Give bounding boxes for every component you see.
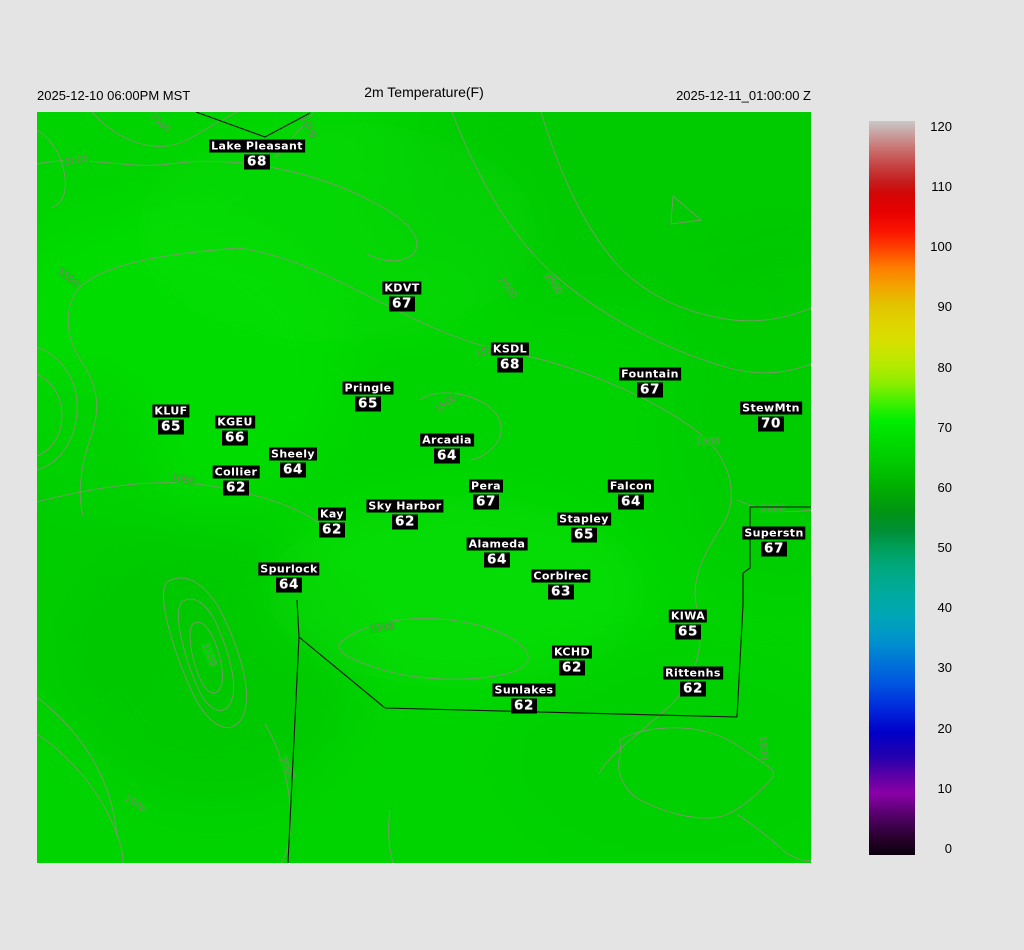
colorbar-tick-label: 120 [930, 118, 952, 134]
temperature-shading-blob [137, 122, 537, 342]
station-name-label: KSDL [490, 342, 530, 356]
elevation-contour-line [419, 392, 502, 461]
station-name-label: Kay [318, 507, 346, 521]
station-temperature-value: 65 [571, 527, 597, 543]
station-name-label: KIWA [668, 609, 708, 623]
station-temperature-value: 66 [222, 430, 248, 446]
contour-label: 2000 [761, 504, 785, 515]
elevation-contour-line [388, 809, 394, 863]
colorbar-tick-label: 110 [931, 179, 952, 195]
station-temperature-value: 64 [434, 448, 460, 464]
station-name-label: Superstn [742, 526, 806, 540]
station-temperature-value: 64 [618, 494, 644, 510]
station-name-label: Collier [212, 465, 260, 479]
station-temperature-value: 62 [392, 514, 418, 530]
station-temperature-value: 67 [473, 494, 499, 510]
colorbar-tick-label: 100 [930, 239, 952, 255]
station-temperature-value: 62 [223, 480, 249, 496]
colorbar-tick-label: 30 [937, 660, 952, 676]
contour-label: 2500 [147, 112, 173, 135]
station-temperature-value: 68 [244, 154, 270, 170]
elevation-contour-line [37, 129, 66, 209]
station-temperature-value: 63 [548, 584, 574, 600]
station-temperature-value: 62 [319, 522, 345, 538]
station-name-label: Stapley [557, 512, 611, 526]
station-temperature-value: 65 [355, 396, 381, 412]
station-name-label: Corblrec [531, 569, 591, 583]
colorbar-tick-label: 60 [937, 479, 952, 495]
station-name-label: Sky Harbor [366, 499, 444, 513]
station-name-label: KGEU [215, 415, 255, 429]
contour-label: 1500 [696, 437, 720, 448]
station-temperature-value: 68 [497, 357, 523, 373]
temperature-map: 2500 2000 2000 2000 2500 1500 1500 1500 2000 1500… [37, 112, 811, 863]
weather-graphic: 2025-12-10 06:00PM MST 2m Temperature(F)… [0, 0, 1024, 950]
contour-label: 1500 [756, 735, 769, 760]
colorbar-tick-label: 0 [944, 841, 952, 856]
station-name-label: Pringle [342, 381, 394, 395]
station-temperature-value: 64 [280, 462, 306, 478]
colorbar-tick-label: 90 [937, 299, 952, 315]
station-name-label: KCHD [551, 645, 593, 659]
station-temperature-value: 67 [761, 541, 787, 557]
colorbar-tick-label: 80 [937, 359, 952, 375]
station-name-label: Falcon [607, 479, 655, 493]
station-temperature-value: 67 [637, 382, 663, 398]
colorbar-tick-label: 50 [937, 540, 952, 556]
colorbar [869, 121, 915, 855]
contour-label: 1500 [433, 393, 459, 416]
station-name-label: Arcadia [420, 433, 474, 447]
contour-label: 1500 [122, 793, 148, 816]
station-name-label: Sunlakes [492, 683, 556, 697]
station-temperature-value: 67 [389, 296, 415, 312]
station-temperature-value: 70 [758, 416, 784, 432]
station-name-label: Lake Pleasant [209, 139, 305, 153]
colorbar-tick-label: 20 [937, 720, 952, 736]
station-temperature-value: 62 [511, 698, 537, 714]
valid-time-utc: 2025-12-11_01:00:00 Z [676, 88, 811, 103]
station-name-label: Rittenhs [663, 666, 723, 680]
station-name-label: StewMtn [740, 401, 802, 415]
station-name-label: KLUF [152, 404, 190, 418]
station-name-label: Pera [469, 479, 503, 493]
station-name-label: KDVT [382, 281, 422, 295]
colorbar-tick-label: 40 [937, 600, 952, 616]
contour-label: 2000 [64, 154, 89, 168]
colorbar-tick-label: 10 [937, 780, 952, 796]
station-name-label: Fountain [619, 367, 681, 381]
station-temperature-value: 62 [559, 660, 585, 676]
colorbar-tick-label: 70 [937, 419, 952, 435]
station-temperature-value: 64 [276, 577, 302, 593]
station-temperature-value: 64 [484, 552, 510, 568]
station-temperature-value: 65 [675, 624, 701, 640]
station-name-label: Sheely [268, 447, 318, 461]
map-field-layer: 2500200020002000 250015001500150020001500… [37, 112, 811, 863]
station-temperature-value: 62 [680, 681, 706, 697]
station-temperature-value: 65 [158, 419, 184, 435]
station-name-label: Alameda [466, 537, 528, 551]
station-name-label: Spurlock [258, 562, 320, 576]
